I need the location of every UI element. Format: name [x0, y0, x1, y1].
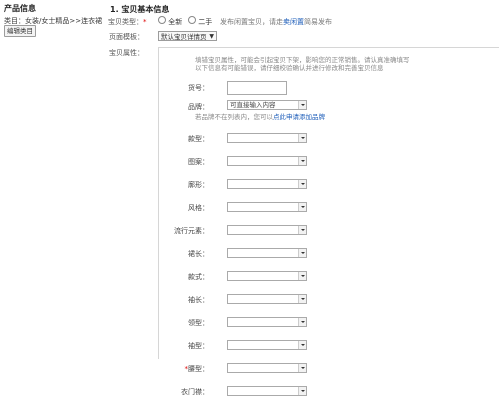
- chevron-down-icon: [298, 134, 306, 142]
- template-select-value: 默认宝贝详情页: [161, 33, 207, 41]
- brand-label: 品牌：: [188, 103, 209, 111]
- attribute-select[interactable]: [227, 225, 307, 235]
- chevron-down-icon: [298, 226, 306, 234]
- attributes-note: 填错宝贝属性，可能会引起宝贝下架，影响您的正常销售。请认真准确填写: [195, 56, 410, 64]
- item-type-label: 宝贝类型：*: [108, 18, 147, 26]
- article-no-input[interactable]: [227, 81, 287, 95]
- attribute-label: 袖长：: [149, 295, 209, 305]
- radio-new-circle[interactable]: [158, 16, 166, 24]
- attribute-label-text: 领型：: [188, 319, 209, 327]
- required-mark: *: [143, 18, 147, 26]
- radio-used-circle[interactable]: [188, 16, 196, 24]
- attribute-label-text: 流行元素：: [174, 227, 209, 235]
- attribute-label-text: 袖长：: [188, 296, 209, 304]
- attribute-label-text: 款型：: [188, 135, 209, 143]
- chevron-down-icon: [298, 318, 306, 326]
- chevron-down-icon: [298, 272, 306, 280]
- attributes-note-2: 以下信息有可能错误，请仔细校验确认并进行修改和完善宝贝信息: [195, 64, 384, 72]
- attribute-select[interactable]: [227, 133, 307, 143]
- attribute-label-text: 廓形：: [188, 181, 209, 189]
- attribute-select[interactable]: [227, 386, 307, 396]
- attribute-label: 裙长：: [149, 249, 209, 259]
- attributes-label: 宝贝属性：: [109, 49, 144, 57]
- item-type-note: 发布闲置宝贝，请走卖闲置简易发布: [220, 18, 332, 26]
- attribute-label: 款式：: [149, 272, 209, 282]
- attribute-select[interactable]: [227, 156, 307, 166]
- radio-used-label: 二手: [198, 18, 213, 26]
- attribute-label-text: 腰型：: [188, 365, 209, 373]
- apply-brand-link[interactable]: 点此申请添加品牌: [273, 113, 325, 121]
- attribute-label-text: 袖型：: [188, 342, 209, 350]
- attribute-label: 风格：: [149, 203, 209, 213]
- attribute-select[interactable]: [227, 340, 307, 350]
- chevron-down-icon: [298, 341, 306, 349]
- attribute-label-text: 图案：: [188, 158, 209, 166]
- attribute-select[interactable]: [227, 179, 307, 189]
- radio-used[interactable]: 二手: [188, 16, 212, 27]
- attribute-label-text: 风格：: [188, 204, 209, 212]
- attribute-select[interactable]: [227, 271, 307, 281]
- edit-category-button[interactable]: 编辑类目: [4, 25, 36, 37]
- attribute-label: 衣门襟：: [149, 387, 209, 397]
- section-title: 1. 宝贝基本信息: [110, 5, 170, 14]
- template-select[interactable]: 默认宝贝详情页 ▼: [158, 31, 217, 41]
- chevron-down-icon: [298, 249, 306, 257]
- attribute-label: 领型：: [149, 318, 209, 328]
- sell-idle-link[interactable]: 卖闲置: [283, 18, 304, 26]
- attribute-label: 袖型：: [149, 341, 209, 351]
- chevron-down-icon: [298, 157, 306, 165]
- attribute-label: *腰型：: [149, 364, 210, 374]
- attribute-label: 款型：: [149, 134, 209, 144]
- attribute-select[interactable]: [227, 317, 307, 327]
- sidebar-title: 产品信息: [4, 4, 36, 13]
- radio-new-label: 全新: [168, 18, 183, 26]
- chevron-down-icon: [298, 364, 306, 372]
- chevron-down-icon: ▼: [209, 33, 214, 40]
- article-no-label: 货号：: [188, 84, 209, 92]
- chevron-down-icon: [298, 203, 306, 211]
- attribute-select[interactable]: [227, 294, 307, 304]
- attribute-label-text: 款式：: [188, 273, 209, 281]
- brand-note: 若品牌不在列表内，您可以点此申请添加品牌: [195, 113, 325, 121]
- brand-select[interactable]: 可直接输入内容: [227, 100, 307, 110]
- attribute-label: 流行元素：: [149, 226, 209, 236]
- attribute-select[interactable]: [227, 202, 307, 212]
- attribute-select[interactable]: [227, 248, 307, 258]
- brand-select-value: 可直接输入内容: [230, 101, 276, 109]
- attribute-select[interactable]: [227, 363, 307, 373]
- chevron-down-icon: [298, 180, 306, 188]
- chevron-down-icon: [298, 101, 306, 109]
- attribute-label: 廓形：: [149, 180, 209, 190]
- attribute-label-text: 衣门襟：: [181, 388, 209, 396]
- chevron-down-icon: [298, 295, 306, 303]
- template-label: 页面模板：: [109, 33, 144, 41]
- attribute-label-text: 裙长：: [188, 250, 209, 258]
- radio-new[interactable]: 全新: [158, 16, 182, 27]
- attribute-label: 图案：: [149, 157, 209, 167]
- attributes-panel: 填错宝贝属性，可能会引起宝贝下架，影响您的正常销售。请认真准确填写 以下信息有可…: [158, 47, 499, 396]
- chevron-down-icon: [298, 387, 306, 395]
